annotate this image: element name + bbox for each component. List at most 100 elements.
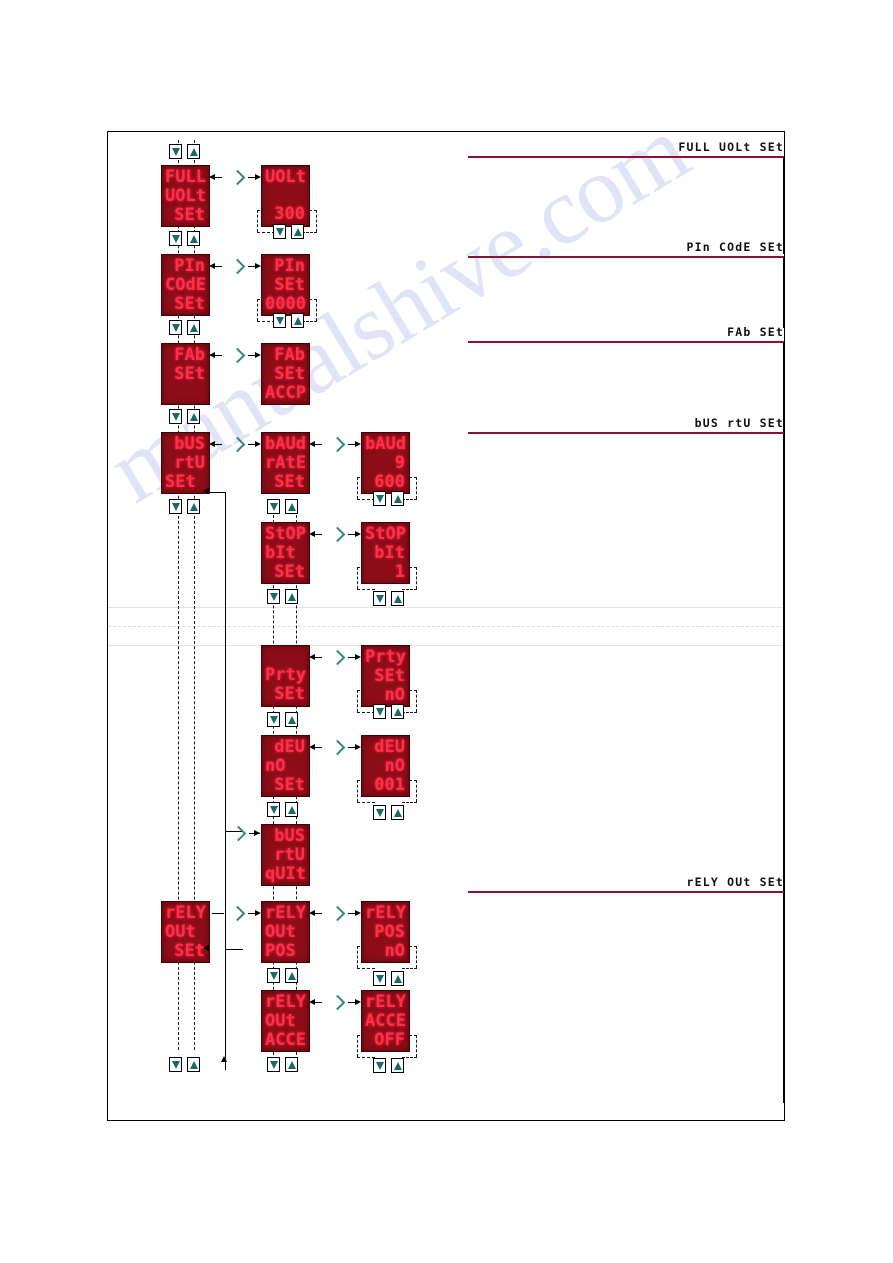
feedback-box-left: [357, 946, 358, 968]
triangle-up-icon: [287, 971, 296, 980]
buttons-volt-value[interactable]: [273, 224, 304, 239]
up-button[interactable]: [187, 409, 200, 424]
section-vertical-line: [783, 434, 784, 892]
buttons-deu-value[interactable]: [373, 805, 404, 820]
triangle-up-icon: [287, 502, 296, 511]
buttons-full-volt-bottom[interactable]: [169, 231, 200, 246]
up-button[interactable]: [285, 1057, 298, 1072]
down-button[interactable]: [373, 1058, 386, 1073]
down-button[interactable]: [373, 591, 386, 606]
panel-rely-out-set: rELY OUt SEt: [161, 901, 210, 963]
buttons-rely-out-pos[interactable]: [267, 968, 298, 983]
down-button[interactable]: [373, 805, 386, 820]
triangle-down-icon: [375, 594, 384, 603]
led-line-1: rELY: [165, 903, 206, 923]
return-line-rely: [225, 949, 243, 950]
buttons-pin-value[interactable]: [273, 313, 304, 328]
down-button[interactable]: [273, 224, 286, 239]
up-button[interactable]: [285, 968, 298, 983]
up-button[interactable]: [285, 712, 298, 727]
down-button[interactable]: [267, 589, 280, 604]
up-button[interactable]: [285, 499, 298, 514]
chevron-connector: [232, 826, 247, 841]
led-line-3: SEt: [174, 205, 205, 225]
down-button[interactable]: [169, 1057, 182, 1072]
feedback-box-right: [416, 477, 417, 499]
down-button[interactable]: [273, 313, 286, 328]
up-button[interactable]: [187, 144, 200, 159]
up-button[interactable]: [391, 491, 404, 506]
down-button[interactable]: [169, 144, 182, 159]
led-line-3: nO: [384, 685, 405, 705]
down-button[interactable]: [267, 968, 280, 983]
buttons-baud-rate[interactable]: [267, 499, 298, 514]
triangle-up-icon: [287, 1060, 296, 1069]
up-button[interactable]: [291, 224, 304, 239]
down-button[interactable]: [267, 1057, 280, 1072]
chevron-connector: [331, 437, 346, 452]
buttons-stop-bit[interactable]: [267, 589, 298, 604]
feedback-box-left: [357, 690, 358, 712]
led-line-1: rELY: [365, 903, 406, 923]
down-button[interactable]: [169, 320, 182, 335]
down-button[interactable]: [373, 704, 386, 719]
up-button[interactable]: [187, 231, 200, 246]
buttons-deu[interactable]: [267, 802, 298, 817]
buttons-rely-acce-value[interactable]: [373, 1058, 404, 1073]
buttons-fab[interactable]: [169, 409, 200, 424]
buttons-prty-value[interactable]: [373, 704, 404, 719]
down-button[interactable]: [169, 409, 182, 424]
up-button[interactable]: [187, 499, 200, 514]
triangle-up-icon: [393, 808, 402, 817]
panel-prty-set: Prty SEt: [261, 645, 310, 707]
up-button[interactable]: [391, 591, 404, 606]
section-pin-code-set: PIn COdE SEt: [468, 240, 784, 258]
led-line-1: rELY: [265, 992, 306, 1012]
down-button[interactable]: [169, 499, 182, 514]
buttons-rely-pos-value[interactable]: [373, 971, 404, 986]
buttons-rely-out-set[interactable]: [169, 1057, 200, 1072]
up-button[interactable]: [391, 971, 404, 986]
panel-prty-set-no: Prty SEt nO: [361, 645, 410, 707]
buttons-baud-value[interactable]: [373, 491, 404, 506]
triangle-down-icon: [269, 805, 278, 814]
section-label: PIn COdE SEt: [686, 240, 784, 254]
up-button[interactable]: [187, 320, 200, 335]
down-button[interactable]: [267, 802, 280, 817]
down-button[interactable]: [373, 971, 386, 986]
led-line-3: SEt: [274, 562, 305, 582]
feedback-box-bottom-r: [302, 232, 317, 233]
return-arrow-up: [221, 1056, 227, 1062]
triangle-up-icon: [189, 502, 198, 511]
led-line-1: Prty: [265, 665, 306, 685]
led-line-2: POS: [374, 922, 405, 942]
section-body-5: [468, 893, 784, 1103]
feedback-box-right: [416, 780, 417, 802]
section-label: bUS rtU SEt: [694, 416, 784, 430]
buttons-bus-rtu[interactable]: [169, 499, 200, 514]
buttons-full-volt-top[interactable]: [169, 144, 200, 159]
up-button[interactable]: [187, 1057, 200, 1072]
up-button[interactable]: [391, 704, 404, 719]
chevron-connector: [231, 348, 246, 363]
feedback-box-left: [357, 1035, 358, 1057]
chevron-connector: [231, 437, 246, 452]
led-line-3: OFF: [374, 1030, 405, 1050]
up-button[interactable]: [391, 805, 404, 820]
led-line-1: PIn: [174, 256, 205, 276]
triangle-up-icon: [293, 227, 302, 236]
link-arrow-right: [355, 744, 361, 750]
buttons-pin-code[interactable]: [169, 320, 200, 335]
down-button[interactable]: [169, 231, 182, 246]
up-button[interactable]: [285, 802, 298, 817]
buttons-rely-out-acce[interactable]: [267, 1057, 298, 1072]
down-button[interactable]: [373, 491, 386, 506]
chevron-connector: [331, 650, 346, 665]
down-button[interactable]: [267, 712, 280, 727]
up-button[interactable]: [285, 589, 298, 604]
buttons-stop-bit-value[interactable]: [373, 591, 404, 606]
up-button[interactable]: [291, 313, 304, 328]
up-button[interactable]: [391, 1058, 404, 1073]
buttons-prty[interactable]: [267, 712, 298, 727]
down-button[interactable]: [267, 499, 280, 514]
